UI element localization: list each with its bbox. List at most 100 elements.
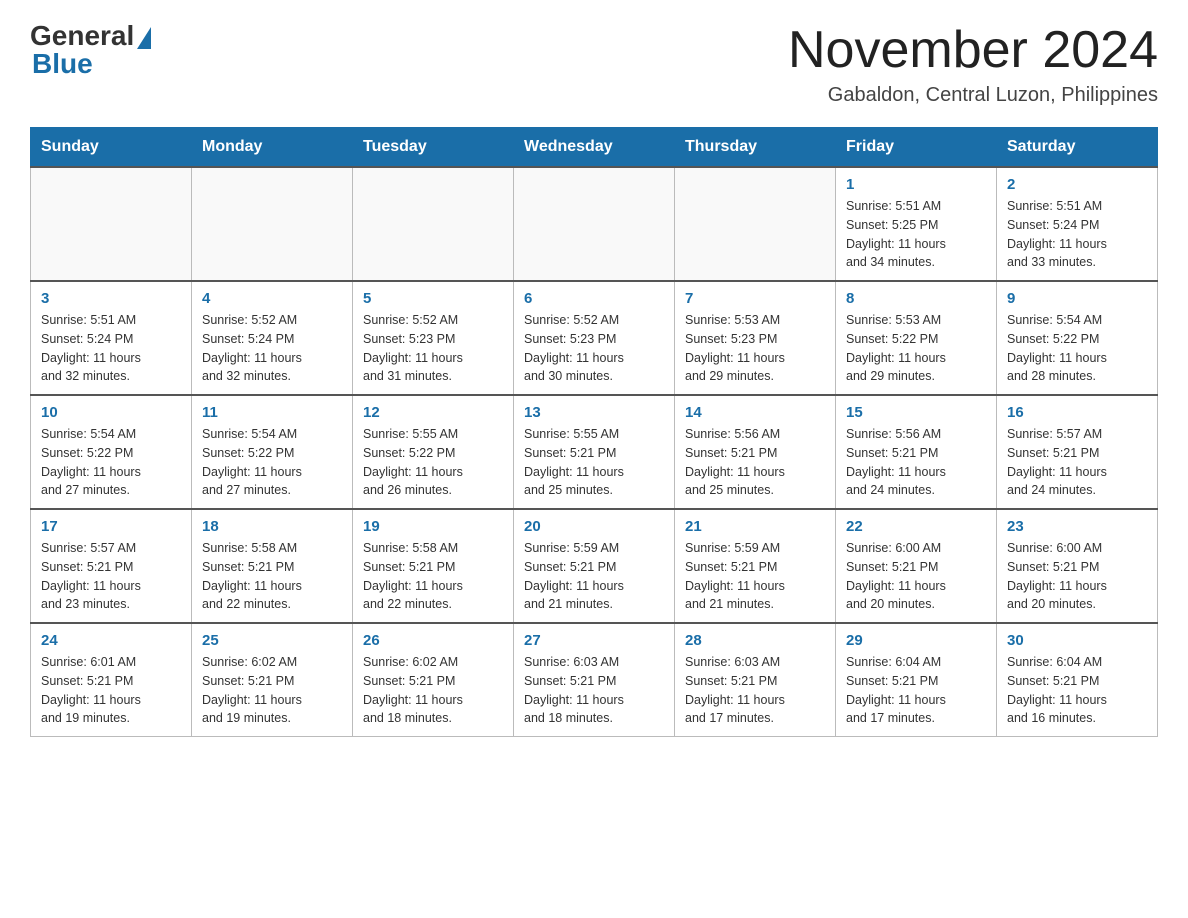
calendar-cell: 14 Sunrise: 5:56 AMSunset: 5:21 PMDayligh… [675,395,836,509]
day-info: Sunrise: 6:01 AMSunset: 5:21 PMDaylight:… [41,653,181,728]
week-row-3: 10 Sunrise: 5:54 AMSunset: 5:22 PMDayligh… [31,395,1158,509]
day-number: 28 [685,632,825,649]
calendar-cell: 28 Sunrise: 6:03 AMSunset: 5:21 PMDayligh… [675,623,836,737]
calendar-table: SundayMondayTuesdayWednesdayThursdayFrid… [30,127,1158,737]
day-info: Sunrise: 5:59 AMSunset: 5:21 PMDaylight:… [524,539,664,614]
day-info: Sunrise: 5:53 AMSunset: 5:22 PMDaylight:… [846,311,986,386]
calendar-cell: 27 Sunrise: 6:03 AMSunset: 5:21 PMDayligh… [514,623,675,737]
page-header: General Blue November 2024 Gabaldon, Cen… [30,20,1158,107]
day-info: Sunrise: 5:52 AMSunset: 5:24 PMDaylight:… [202,311,342,386]
calendar-cell: 7 Sunrise: 5:53 AMSunset: 5:23 PMDaylight… [675,281,836,395]
day-info: Sunrise: 5:56 AMSunset: 5:21 PMDaylight:… [685,425,825,500]
calendar-cell: 22 Sunrise: 6:00 AMSunset: 5:21 PMDayligh… [836,509,997,623]
day-info: Sunrise: 5:56 AMSunset: 5:21 PMDaylight:… [846,425,986,500]
calendar-cell: 5 Sunrise: 5:52 AMSunset: 5:23 PMDaylight… [353,281,514,395]
day-number: 8 [846,290,986,307]
day-number: 30 [1007,632,1147,649]
calendar-cell [353,167,514,281]
day-number: 12 [363,404,503,421]
day-info: Sunrise: 5:58 AMSunset: 5:21 PMDaylight:… [202,539,342,614]
calendar-cell: 6 Sunrise: 5:52 AMSunset: 5:23 PMDaylight… [514,281,675,395]
day-info: Sunrise: 6:00 AMSunset: 5:21 PMDaylight:… [1007,539,1147,614]
day-number: 17 [41,518,181,535]
day-number: 9 [1007,290,1147,307]
day-number: 1 [846,176,986,193]
calendar-cell [192,167,353,281]
calendar-header-row: SundayMondayTuesdayWednesdayThursdayFrid… [31,128,1158,168]
calendar-cell: 13Sunrise: 5:55 AMSunset: 5:21 PMDayligh… [514,395,675,509]
day-info: Sunrise: 6:02 AMSunset: 5:21 PMDaylight:… [202,653,342,728]
day-info: Sunrise: 6:00 AMSunset: 5:21 PMDaylight:… [846,539,986,614]
week-row-5: 24 Sunrise: 6:01 AMSunset: 5:21 PMDayligh… [31,623,1158,737]
day-number: 4 [202,290,342,307]
day-number: 18 [202,518,342,535]
day-info: Sunrise: 6:04 AMSunset: 5:21 PMDaylight:… [1007,653,1147,728]
calendar-day-header-monday: Monday [192,128,353,168]
calendar-day-header-friday: Friday [836,128,997,168]
calendar-cell: 25Sunrise: 6:02 AMSunset: 5:21 PMDayligh… [192,623,353,737]
day-info: Sunrise: 6:03 AMSunset: 5:21 PMDaylight:… [685,653,825,728]
logo: General Blue [30,20,151,80]
day-number: 24 [41,632,181,649]
calendar-cell: 1Sunrise: 5:51 AMSunset: 5:25 PMDaylight… [836,167,997,281]
calendar-day-header-saturday: Saturday [997,128,1158,168]
day-number: 20 [524,518,664,535]
calendar-cell: 11 Sunrise: 5:54 AMSunset: 5:22 PMDayligh… [192,395,353,509]
calendar-cell: 20 Sunrise: 5:59 AMSunset: 5:21 PMDayligh… [514,509,675,623]
day-number: 16 [1007,404,1147,421]
calendar-cell: 21Sunrise: 5:59 AMSunset: 5:21 PMDayligh… [675,509,836,623]
day-number: 14 [685,404,825,421]
day-number: 11 [202,404,342,421]
week-row-2: 3 Sunrise: 5:51 AMSunset: 5:24 PMDaylight… [31,281,1158,395]
day-number: 10 [41,404,181,421]
day-info: Sunrise: 5:51 AMSunset: 5:24 PMDaylight:… [41,311,181,386]
calendar-cell: 18 Sunrise: 5:58 AMSunset: 5:21 PMDayligh… [192,509,353,623]
day-info: Sunrise: 5:52 AMSunset: 5:23 PMDaylight:… [524,311,664,386]
day-info: Sunrise: 5:57 AMSunset: 5:21 PMDaylight:… [41,539,181,614]
day-info: Sunrise: 5:55 AMSunset: 5:22 PMDaylight:… [363,425,503,500]
day-info: Sunrise: 5:52 AMSunset: 5:23 PMDaylight:… [363,311,503,386]
calendar-cell: 30 Sunrise: 6:04 AMSunset: 5:21 PMDayligh… [997,623,1158,737]
logo-triangle-icon [137,27,151,49]
calendar-cell: 3 Sunrise: 5:51 AMSunset: 5:24 PMDaylight… [31,281,192,395]
day-number: 27 [524,632,664,649]
day-number: 13 [524,404,664,421]
day-number: 3 [41,290,181,307]
day-number: 2 [1007,176,1147,193]
day-info: Sunrise: 6:03 AMSunset: 5:21 PMDaylight:… [524,653,664,728]
day-info: Sunrise: 5:51 AMSunset: 5:24 PMDaylight:… [1007,197,1147,272]
week-row-4: 17 Sunrise: 5:57 AMSunset: 5:21 PMDayligh… [31,509,1158,623]
day-info: Sunrise: 5:59 AMSunset: 5:21 PMDaylight:… [685,539,825,614]
calendar-day-header-sunday: Sunday [31,128,192,168]
calendar-cell: 9Sunrise: 5:54 AMSunset: 5:22 PMDaylight… [997,281,1158,395]
week-row-1: 1Sunrise: 5:51 AMSunset: 5:25 PMDaylight… [31,167,1158,281]
day-number: 26 [363,632,503,649]
calendar-cell [514,167,675,281]
calendar-cell: 4 Sunrise: 5:52 AMSunset: 5:24 PMDaylight… [192,281,353,395]
day-number: 6 [524,290,664,307]
day-number: 5 [363,290,503,307]
calendar-cell [31,167,192,281]
calendar-cell [675,167,836,281]
day-info: Sunrise: 5:53 AMSunset: 5:23 PMDaylight:… [685,311,825,386]
calendar-cell: 29Sunrise: 6:04 AMSunset: 5:21 PMDayligh… [836,623,997,737]
logo-blue-text: Blue [32,48,93,80]
day-info: Sunrise: 6:04 AMSunset: 5:21 PMDaylight:… [846,653,986,728]
title-section: November 2024 Gabaldon, Central Luzon, P… [788,20,1158,107]
day-number: 22 [846,518,986,535]
calendar-day-header-tuesday: Tuesday [353,128,514,168]
calendar-cell: 8 Sunrise: 5:53 AMSunset: 5:22 PMDaylight… [836,281,997,395]
calendar-cell: 10Sunrise: 5:54 AMSunset: 5:22 PMDayligh… [31,395,192,509]
day-number: 19 [363,518,503,535]
month-title: November 2024 [788,20,1158,80]
location-subtitle: Gabaldon, Central Luzon, Philippines [788,84,1158,107]
day-info: Sunrise: 6:02 AMSunset: 5:21 PMDaylight:… [363,653,503,728]
calendar-cell: 15 Sunrise: 5:56 AMSunset: 5:21 PMDayligh… [836,395,997,509]
day-number: 15 [846,404,986,421]
day-number: 23 [1007,518,1147,535]
calendar-cell: 12 Sunrise: 5:55 AMSunset: 5:22 PMDayligh… [353,395,514,509]
calendar-day-header-thursday: Thursday [675,128,836,168]
day-info: Sunrise: 5:54 AMSunset: 5:22 PMDaylight:… [202,425,342,500]
day-info: Sunrise: 5:58 AMSunset: 5:21 PMDaylight:… [363,539,503,614]
day-number: 7 [685,290,825,307]
